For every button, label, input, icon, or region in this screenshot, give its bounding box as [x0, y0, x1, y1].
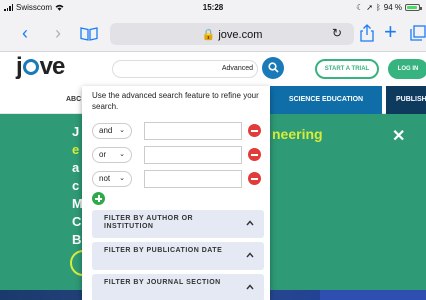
- site-header: j ve Advanced START A TRIAL LOG IN: [0, 52, 426, 86]
- filter-label: FILTER BY AUTHOR OR INSTITUTION: [104, 215, 194, 230]
- remove-criteria-icon[interactable]: [248, 124, 261, 137]
- logo-j: j: [16, 53, 23, 80]
- chevron-down-icon: ⌄: [119, 127, 125, 134]
- logo-o-mark: [22, 59, 39, 75]
- share-icon[interactable]: [360, 24, 374, 46]
- hero-text-fragment: a: [72, 160, 80, 175]
- bottom-decoration: [320, 290, 426, 300]
- ios-status-bar: Swisscom 15:28 ☾ ➚ ᛒ 94 %: [0, 0, 426, 16]
- url-text: 🔒 jove.com: [110, 28, 354, 41]
- advanced-search-intro: Use the advanced search feature to refin…: [92, 91, 259, 111]
- operator-select[interactable]: or ⌄: [92, 147, 132, 163]
- add-criteria-icon[interactable]: [92, 192, 105, 205]
- criteria-row: not ⌄: [92, 170, 266, 188]
- remove-criteria-icon[interactable]: [248, 172, 261, 185]
- filter-author-institution[interactable]: FILTER BY AUTHOR OR INSTITUTION: [92, 210, 264, 238]
- back-arrow-icon[interactable]: ‹: [22, 23, 28, 43]
- jove-logo[interactable]: j ve: [16, 53, 66, 81]
- battery-icon: [405, 4, 422, 11]
- location-arrow-icon: ➚: [366, 3, 373, 12]
- browser-toolbar: ‹ › 🔒 jove.com ↻ +: [0, 16, 426, 52]
- filter-label: FILTER BY PUBLICATION DATE: [104, 247, 223, 254]
- tabs-icon[interactable]: [410, 25, 426, 45]
- site-search-input[interactable]: Advanced: [112, 60, 258, 78]
- criteria-row: and ⌄: [92, 122, 266, 140]
- nav-item-science-education[interactable]: SCIENCE EDUCATION: [270, 86, 382, 114]
- criteria-input[interactable]: [144, 122, 242, 140]
- remove-criteria-icon[interactable]: [248, 148, 261, 161]
- status-right: ☾ ➚ ᛒ 94 %: [356, 3, 422, 12]
- advanced-search-toggle[interactable]: Advanced: [222, 65, 253, 72]
- bookmarks-icon[interactable]: [80, 25, 98, 45]
- search-button[interactable]: [262, 57, 284, 79]
- lock-icon: 🔒: [201, 29, 216, 41]
- nav-item-partial[interactable]: ABC: [66, 96, 81, 103]
- operator-value: and: [99, 126, 113, 135]
- chevron-down-icon: ⌄: [119, 151, 125, 158]
- new-tab-icon[interactable]: +: [384, 21, 397, 43]
- hero-text-fragment: J: [72, 124, 80, 139]
- start-trial-button[interactable]: START A TRIAL: [315, 59, 379, 79]
- operator-value: or: [99, 150, 107, 159]
- hero-text-fragment: c: [72, 178, 80, 193]
- criteria-input[interactable]: [144, 146, 242, 164]
- chevron-up-icon: [246, 252, 254, 258]
- nav-item-publish[interactable]: PUBLISH: [386, 86, 426, 114]
- moon-icon: ☾: [356, 3, 364, 12]
- chevron-up-icon: [246, 284, 254, 290]
- filter-label: FILTER BY JOURNAL SECTION: [104, 279, 221, 286]
- hero-text-fragment: e: [72, 142, 80, 157]
- url-label: jove.com: [218, 29, 263, 41]
- reload-icon[interactable]: ↻: [332, 26, 342, 40]
- operator-value: not: [99, 174, 111, 183]
- forward-arrow-icon[interactable]: ›: [55, 23, 61, 43]
- bluetooth-icon: ᛒ: [375, 3, 381, 12]
- chevron-up-icon: [246, 220, 254, 226]
- criteria-input[interactable]: [144, 170, 242, 188]
- hero-text-fragment: B: [72, 232, 82, 247]
- criteria-row: or ⌄: [92, 146, 266, 164]
- chevron-down-icon: ⌄: [119, 175, 125, 182]
- filter-journal-section[interactable]: FILTER BY JOURNAL SECTION: [92, 274, 264, 300]
- battery-level: [407, 6, 418, 9]
- hero-title: neering: [272, 126, 323, 142]
- close-icon[interactable]: ✕: [392, 126, 405, 146]
- address-bar[interactable]: 🔒 jove.com ↻: [110, 23, 354, 45]
- battery-percent: 94 %: [383, 3, 402, 12]
- search-icon: [267, 62, 279, 73]
- filter-publication-date[interactable]: FILTER BY PUBLICATION DATE: [92, 242, 264, 270]
- operator-select[interactable]: and ⌄: [92, 123, 132, 139]
- advanced-search-panel: Use the advanced search feature to refin…: [82, 86, 270, 300]
- login-button[interactable]: LOG IN: [388, 59, 426, 79]
- hero-text-fragment: C: [72, 214, 82, 229]
- logo-ve: ve: [39, 53, 66, 80]
- operator-select[interactable]: not ⌄: [92, 171, 132, 187]
